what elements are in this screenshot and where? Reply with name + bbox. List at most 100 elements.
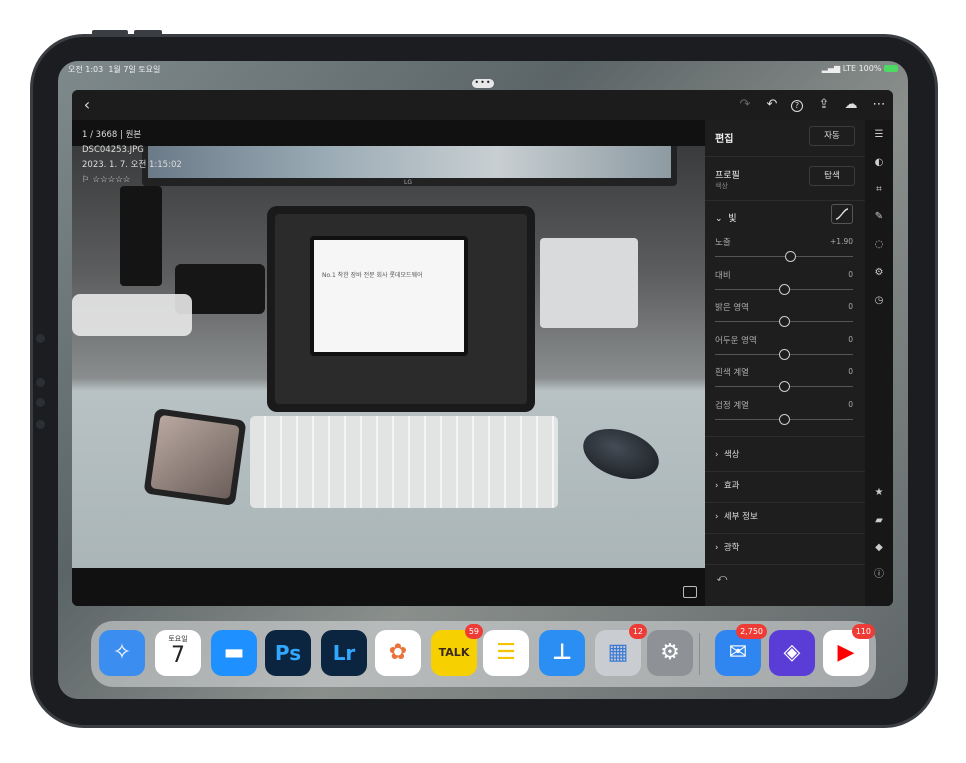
doc-in-photo: No.1 착한 장바 전문 회사 롯데모드웨어 — [310, 236, 468, 356]
chevron-right-icon: › — [715, 543, 719, 553]
info-icon[interactable]: ⓘ — [872, 568, 886, 582]
dock-divider — [699, 633, 700, 675]
network-label: LTE — [842, 64, 857, 73]
photo-datetime: 2023. 1. 7. 오전 1:15:02 — [82, 160, 182, 170]
camera-dot — [36, 334, 45, 343]
dock-app-photos[interactable]: ✿ — [375, 630, 421, 676]
tool-rail: ☰ ◐ ⌗ ✎ ◌ ⚙ ◷ ★ ▰ ◆ ⓘ — [865, 120, 893, 606]
monitor: LG — [142, 146, 677, 186]
volume-up-button — [92, 30, 128, 35]
ipad-in-photo: No.1 착한 장바 전문 회사 롯데모드웨어 — [267, 206, 535, 412]
compare-icon[interactable] — [683, 586, 697, 598]
podium-icon: ⊥ — [551, 640, 573, 665]
photo-info-overlay: 1 / 3668 | 원본 DSC04253.JPG 2023. 1. 7. 오… — [82, 128, 182, 188]
section-header[interactable]: › 효과 — [715, 479, 739, 491]
star-rating[interactable]: ☆☆☆☆☆ — [92, 175, 130, 185]
flower-icon: ✿ — [388, 640, 408, 665]
dock-app-youtube[interactable]: ▶ 110 — [823, 624, 875, 676]
speaker — [120, 186, 162, 286]
status-time: 오전 1:03 — [68, 65, 104, 74]
dock-app-mail[interactable]: ✉ 2,750 — [715, 624, 767, 676]
back-chevron-icon[interactable]: ‹ — [78, 97, 96, 113]
slider-knob[interactable] — [778, 413, 790, 425]
volume-down-button — [134, 30, 162, 35]
battery-label: 100% — [858, 64, 882, 73]
chevron-down-icon: ⌄ — [715, 214, 723, 224]
help-icon[interactable]: ? — [788, 97, 806, 113]
slider-knob[interactable] — [778, 316, 790, 327]
slider-value[interactable]: 0 — [848, 335, 853, 344]
dock-app-lightroom[interactable]: Lr — [321, 630, 367, 676]
dock-app-safari[interactable]: ✧ — [99, 630, 145, 676]
profile-value: 색상 — [715, 182, 728, 190]
tone-curve-button[interactable] — [831, 204, 853, 224]
slider-knob[interactable] — [778, 381, 790, 392]
folder-icon: ▬ — [223, 640, 245, 665]
dock-app-settings[interactable]: ⚙ — [647, 630, 693, 676]
dock-app-files[interactable]: ▬ — [211, 630, 257, 676]
history-icon[interactable]: ◷ — [872, 294, 886, 308]
tag-icon[interactable]: ◆ — [872, 541, 886, 555]
selective-icon[interactable]: ⚙ — [872, 266, 886, 280]
toolbar: ‹ ↷ ↶ ? ⇪ ☁ ⋯ — [72, 90, 893, 120]
presets-icon[interactable]: ◐ — [872, 156, 886, 170]
cloud-sync-icon[interactable]: ☁ — [842, 97, 860, 113]
mouse — [576, 420, 666, 488]
dock-app-shortcuts[interactable]: ◈ — [769, 630, 815, 676]
lightroom-window: ‹ ↷ ↶ ? ⇪ ☁ ⋯ 1 / 3668 | 원본 DSC04253.JPG… — [72, 90, 893, 606]
crop-icon[interactable]: ⌗ — [872, 183, 886, 197]
dock-app-notes[interactable]: ☰ — [483, 630, 529, 676]
dock-app-label: Lr — [332, 641, 356, 665]
star-icon[interactable]: ★ — [872, 486, 886, 500]
slider-knob[interactable] — [778, 283, 790, 295]
reset-icon[interactable]: ⤺ — [715, 572, 729, 586]
dock-app-calendar[interactable]: 토요일 7 — [155, 630, 201, 676]
slider-knob[interactable] — [785, 251, 797, 262]
edit-sliders-icon[interactable]: ☰ — [872, 128, 886, 142]
chevron-right-icon: › — [715, 512, 719, 522]
ipad-screen: 오전 1:03 1월 7일 토요일 ▂▄▆ LTE 100% ••• ‹ ↷ ↶… — [58, 61, 908, 699]
section-header[interactable]: › 세부 정보 — [715, 510, 758, 522]
redo-icon[interactable]: ↷ — [736, 97, 754, 113]
slider-label: 검정 계열 — [715, 400, 749, 411]
more-icon[interactable]: ⋯ — [870, 97, 888, 113]
comment-icon[interactable]: ▰ — [872, 514, 886, 528]
light-section-header[interactable]: ⌄ 빛 — [715, 211, 737, 224]
dock-app-label: Ps — [274, 641, 302, 665]
photo-canvas[interactable]: 1 / 3668 | 원본 DSC04253.JPG 2023. 1. 7. 오… — [72, 120, 705, 606]
section-header[interactable]: › 광학 — [715, 541, 739, 553]
section-header[interactable]: › 색상 — [715, 448, 739, 460]
slider-value[interactable]: 0 — [848, 270, 853, 279]
multitasking-dots-icon[interactable]: ••• — [472, 79, 494, 88]
slider-value[interactable]: +1.90 — [830, 237, 853, 246]
slider-label: 어두운 영역 — [715, 335, 757, 346]
charging-pad — [72, 294, 192, 336]
healing-brush-icon[interactable]: ✎ — [872, 210, 886, 224]
camera-dot — [36, 420, 45, 429]
dock-app-folder[interactable]: ▦ 12 — [595, 624, 647, 676]
dock-app-kakaotalk[interactable]: TALK 59 — [431, 624, 483, 676]
undo-icon[interactable]: ↶ — [763, 97, 781, 113]
calendar-day: 7 — [171, 643, 185, 668]
slider-label: 흰색 계열 — [715, 368, 749, 378]
slider-value[interactable]: 0 — [848, 367, 853, 376]
flag-icon[interactable]: ⚐ — [82, 175, 90, 185]
notification-badge: 2,750 — [736, 624, 767, 639]
masking-icon[interactable]: ◌ — [872, 238, 886, 252]
share-icon[interactable]: ⇪ — [815, 97, 833, 113]
chevron-right-icon: › — [715, 481, 719, 491]
slider-knob[interactable] — [778, 348, 790, 360]
edit-title: 편집 — [715, 134, 734, 145]
dock-app-keynote[interactable]: ⊥ — [539, 630, 585, 676]
gear-icon: ⚙ — [660, 640, 680, 665]
auto-button[interactable]: 자동 — [809, 126, 855, 146]
trackpad — [540, 238, 638, 328]
notification-badge: 59 — [464, 624, 483, 639]
slider-track[interactable] — [715, 256, 853, 257]
dock-app-photoshop[interactable]: Ps — [265, 630, 311, 676]
slider-value[interactable]: 0 — [848, 400, 853, 409]
dock-app-label: TALK — [438, 646, 470, 659]
slider-value[interactable]: 0 — [848, 302, 853, 311]
browse-button[interactable]: 탐색 — [809, 166, 855, 186]
edit-panel: 편집 자동 프로필 색상 탐색 ⌄ 빛 노출 +1.90 대비 0 밝은 영역 0 어두운 … — [705, 120, 865, 606]
